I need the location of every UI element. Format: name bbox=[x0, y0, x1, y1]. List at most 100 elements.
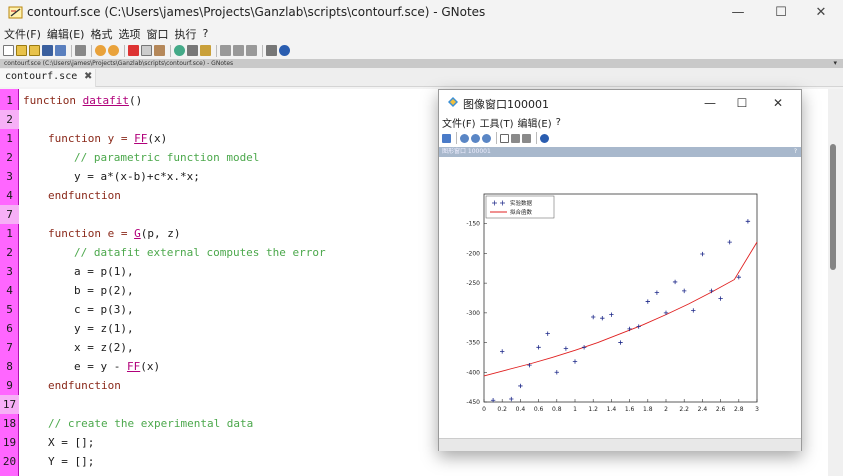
graphic-maximize-button[interactable]: ☐ bbox=[726, 90, 758, 115]
line-number: 8 bbox=[6, 360, 13, 373]
data-point-marker bbox=[727, 239, 732, 245]
zoom-reset-icon[interactable] bbox=[482, 133, 491, 143]
code-line: y = a*(x-b)+c*x.*x; bbox=[74, 170, 200, 183]
execute-icon[interactable] bbox=[220, 45, 231, 56]
code-text: (x) bbox=[147, 132, 168, 145]
cut-icon[interactable] bbox=[128, 45, 139, 56]
menu-options[interactable]: 选项 bbox=[115, 26, 143, 42]
minimize-button[interactable]: — bbox=[718, 0, 758, 25]
fit-function-line bbox=[483, 241, 758, 377]
open-recent-icon[interactable] bbox=[29, 45, 40, 56]
legend-label-data: 实验数据 bbox=[510, 199, 533, 207]
help-icon[interactable] bbox=[279, 45, 290, 56]
menu-window[interactable]: 窗口 bbox=[143, 26, 171, 42]
code-line: x = z(2), bbox=[74, 341, 134, 354]
menu-format[interactable]: 格式 bbox=[87, 26, 115, 42]
line-number: 7 bbox=[0, 205, 19, 224]
graphic-window-title: 图像窗口100001 bbox=[463, 98, 549, 111]
menu-edit[interactable]: 编辑(E) bbox=[44, 26, 88, 42]
tab-close-icon[interactable]: ✖ bbox=[84, 71, 92, 82]
menu-execute[interactable]: 执行 bbox=[171, 26, 199, 42]
line-number: 6 bbox=[6, 322, 13, 335]
code-text: (p, z) bbox=[140, 227, 181, 240]
toolbar-separator bbox=[216, 44, 217, 57]
indent-icon[interactable] bbox=[200, 45, 211, 56]
graphic-window: 图像窗口100001 — ☐ ✕ 文件(F) 工具(T) 编辑(E) ? 图形窗… bbox=[438, 89, 802, 451]
line-number: 1 bbox=[6, 227, 13, 240]
keyword: function bbox=[23, 94, 83, 107]
menu-help[interactable]: ? bbox=[199, 27, 211, 40]
graphic-close-button[interactable]: ✕ bbox=[762, 90, 794, 115]
tab-strip: contourf.sce ✖ bbox=[0, 68, 843, 87]
path-bar-menu-icon[interactable]: ▾ bbox=[833, 59, 837, 68]
toolbar-separator bbox=[496, 132, 497, 144]
keyword: function e = bbox=[48, 227, 135, 240]
datafit-chart: 0 0.2 0.4 0.6 0.8 1 1.2 1.4 1.6 1.8 2 2.2 2.4 2.6 2.8 3… bbox=[466, 193, 759, 413]
x-tick-label: 0 bbox=[482, 406, 486, 413]
data-point-marker bbox=[654, 290, 660, 295]
new-file-icon[interactable] bbox=[3, 45, 14, 56]
function-name: FF bbox=[126, 360, 141, 373]
execute-file-icon[interactable] bbox=[246, 45, 257, 56]
comment-icon[interactable] bbox=[187, 45, 198, 56]
graphic-minimize-button[interactable]: — bbox=[694, 90, 726, 115]
save-icon[interactable] bbox=[42, 45, 53, 56]
data-point-marker bbox=[718, 296, 723, 301]
save-as-icon[interactable] bbox=[55, 45, 66, 56]
y-tick-label: -400 bbox=[466, 369, 480, 376]
select-figure-icon[interactable] bbox=[500, 133, 509, 143]
print-figure-icon[interactable] bbox=[442, 133, 451, 143]
graphic-menu-file[interactable]: 文件(F) bbox=[439, 115, 478, 130]
zoom-out-icon[interactable] bbox=[471, 133, 480, 143]
line-number: 2 bbox=[0, 110, 19, 129]
graphic-info-strip: 图形窗口 100001 ? bbox=[439, 147, 801, 157]
paste-icon[interactable] bbox=[154, 45, 165, 56]
editor-scrollbar[interactable] bbox=[828, 89, 843, 476]
rotate-icon[interactable] bbox=[522, 133, 531, 143]
line-number: 4 bbox=[6, 189, 13, 202]
keyword: function y = bbox=[48, 132, 135, 145]
y-tick-label: -300 bbox=[466, 310, 480, 317]
menu-bar: 文件(F) 编辑(E) 格式 选项 窗口 执行 ? bbox=[0, 25, 843, 42]
data-point-marker bbox=[572, 359, 578, 364]
file-path-bar: contourf.sce (C:\Users\james\Projects\Ga… bbox=[0, 59, 843, 68]
data-point-marker bbox=[536, 345, 541, 350]
graphic-help-icon[interactable] bbox=[540, 133, 549, 143]
print-icon[interactable] bbox=[75, 45, 86, 56]
code-line: function datafit() bbox=[23, 91, 142, 110]
tab-contourf[interactable]: contourf.sce ✖ bbox=[0, 69, 96, 87]
copy-icon[interactable] bbox=[141, 45, 152, 56]
tools-icon[interactable] bbox=[266, 45, 277, 56]
figure-canvas[interactable]: 0 0.2 0.4 0.6 0.8 1 1.2 1.4 1.6 1.8 2 2.2 2.4 2.6 2.8 3… bbox=[439, 157, 801, 438]
graphic-menu-edit[interactable]: 编辑(E) bbox=[515, 115, 553, 130]
y-tick-label: -200 bbox=[466, 250, 480, 257]
data-point-marker bbox=[645, 299, 650, 304]
graphic-strip-text: 图形窗口 100001 bbox=[442, 148, 491, 155]
close-button[interactable]: ✕ bbox=[801, 0, 841, 25]
code-comment: // parametric function model bbox=[74, 151, 260, 164]
data-point-marker bbox=[518, 383, 523, 389]
tab-label: contourf.sce bbox=[5, 71, 78, 82]
graphic-menu-help[interactable]: ? bbox=[554, 117, 563, 128]
menu-file[interactable]: 文件(F) bbox=[0, 26, 44, 42]
find-icon[interactable] bbox=[174, 45, 185, 56]
open-folder-icon[interactable] bbox=[16, 45, 27, 56]
execute-echo-icon[interactable] bbox=[233, 45, 244, 56]
line-number: 4 bbox=[6, 284, 13, 297]
graphic-strip-help[interactable]: ? bbox=[794, 147, 797, 157]
data-point-marker bbox=[591, 314, 596, 320]
graphic-menu-tools[interactable]: 工具(T) bbox=[478, 115, 516, 130]
zoom-in-icon[interactable] bbox=[460, 133, 469, 143]
undo-icon[interactable] bbox=[95, 45, 106, 56]
file-path-text: contourf.sce (C:\Users\james\Projects\Ga… bbox=[4, 60, 234, 67]
gnotes-app-icon bbox=[8, 6, 23, 19]
function-name: datafit bbox=[82, 94, 129, 107]
scrollbar-thumb[interactable] bbox=[830, 144, 836, 270]
x-tick-label: 3 bbox=[755, 406, 759, 413]
maximize-button[interactable]: ☐ bbox=[761, 0, 801, 25]
window-title: contourf.sce (C:\Users\james\Projects\Ga… bbox=[27, 5, 486, 19]
code-text: (x) bbox=[140, 360, 161, 373]
line-number: 9 bbox=[6, 379, 13, 392]
redo-icon[interactable] bbox=[108, 45, 119, 56]
datatip-icon[interactable] bbox=[511, 133, 520, 143]
